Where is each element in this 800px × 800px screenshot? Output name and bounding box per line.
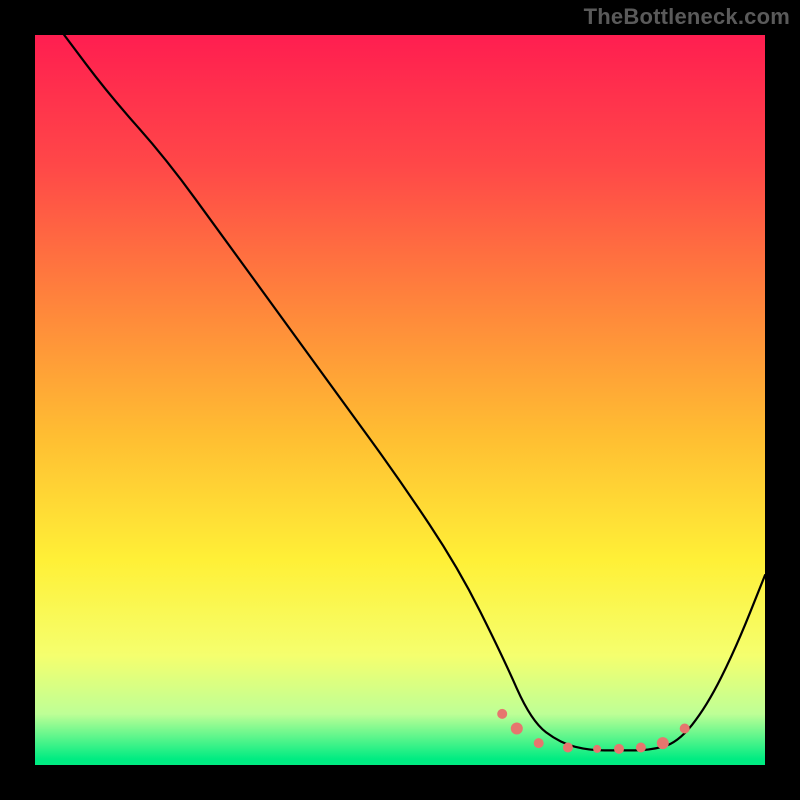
optimal-marker <box>563 743 573 753</box>
optimal-marker <box>593 745 601 753</box>
optimal-marker <box>511 723 523 735</box>
plot-area <box>35 35 765 765</box>
optimal-marker <box>534 738 544 748</box>
curve-layer <box>35 35 765 765</box>
optimal-marker <box>657 737 669 749</box>
optimal-marker <box>680 724 690 734</box>
optimal-marker <box>497 709 507 719</box>
optimal-marker <box>636 743 646 753</box>
optimal-range-markers <box>497 709 690 754</box>
chart-frame: TheBottleneck.com <box>0 0 800 800</box>
bottleneck-curve <box>64 35 765 750</box>
attribution-text: TheBottleneck.com <box>584 4 790 30</box>
optimal-marker <box>614 744 624 754</box>
